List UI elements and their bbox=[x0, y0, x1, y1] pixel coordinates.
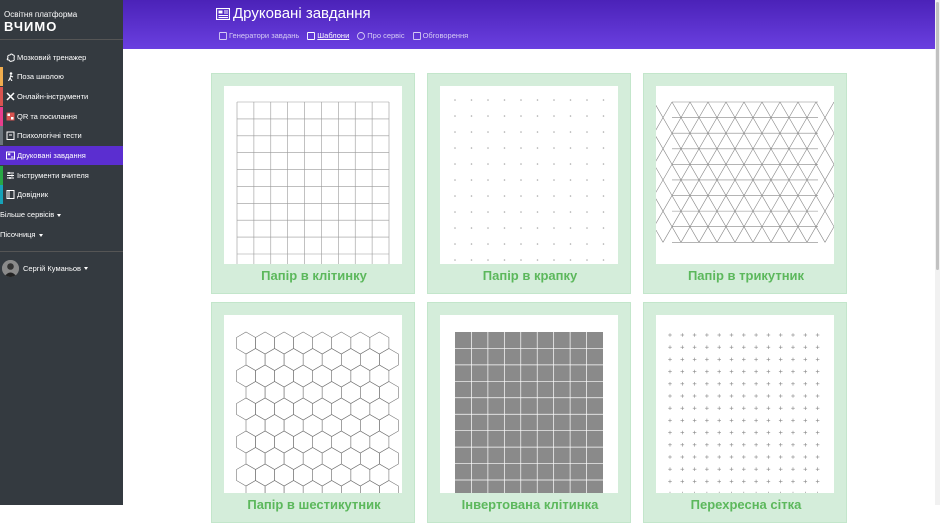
page-header: Друковані завдання Генератори завдань Шаб… bbox=[123, 0, 935, 49]
info-icon bbox=[357, 31, 366, 40]
generator-icon bbox=[219, 31, 227, 40]
file-icon bbox=[307, 31, 316, 40]
inverted-grid-pattern bbox=[455, 332, 603, 493]
page-title: Друковані завдання bbox=[233, 5, 371, 22]
caret-down-icon bbox=[84, 267, 89, 270]
crosses-pattern bbox=[668, 333, 820, 493]
brain-icon bbox=[6, 53, 15, 62]
avatar bbox=[2, 260, 19, 277]
sidebar-item-label: Довідник bbox=[17, 190, 48, 199]
tools-icon bbox=[6, 92, 15, 101]
sidebar-item-8[interactable]: Довідник bbox=[0, 185, 123, 204]
tab-1[interactable]: Генератори завдань bbox=[219, 31, 299, 40]
triangles-pattern bbox=[656, 101, 834, 243]
sidebar-item-accent-bar bbox=[0, 87, 3, 106]
brand-subtitle: Освітня платформа bbox=[4, 10, 78, 19]
user-menu[interactable]: Сергій Куманьов bbox=[2, 260, 89, 277]
sidebar: Освітня платформа ВЧИМО Мозковий тренаже… bbox=[0, 0, 123, 505]
printed-tasks-icon bbox=[6, 151, 15, 160]
template-card-grid[interactable]: Папір в клітинку bbox=[211, 73, 415, 294]
divider bbox=[0, 39, 123, 40]
hexagons-pattern bbox=[236, 331, 399, 493]
sidebar-item-label: Мозковий тренажер bbox=[17, 53, 87, 62]
sidebar-item-label: Інструменти вчителя bbox=[17, 171, 89, 180]
scrollbar-thumb[interactable] bbox=[936, 2, 939, 270]
book-icon bbox=[6, 190, 15, 199]
sidebar-item-6[interactable]: Друковані завдання bbox=[0, 146, 123, 165]
template-preview bbox=[656, 86, 834, 264]
sidebar-item-5[interactable]: Психологічні тести bbox=[0, 126, 123, 145]
sandbox-dropdown[interactable]: Пісочниця bbox=[0, 230, 43, 239]
sidebar-item-label: Друковані завдання bbox=[17, 151, 86, 160]
template-card-triangles[interactable]: Папір в трикутник bbox=[643, 73, 847, 294]
tab-label: Шаблони bbox=[317, 31, 350, 40]
chat-icon bbox=[412, 31, 421, 40]
tab-3[interactable]: Про сервіс bbox=[357, 31, 405, 40]
newspaper-icon bbox=[216, 7, 230, 20]
tab-label: Генератори завдань bbox=[229, 31, 300, 40]
sidebar-item-label: Онлайн-інструменти bbox=[17, 92, 89, 101]
clipboard-icon bbox=[6, 131, 15, 140]
sidebar-item-accent-bar bbox=[0, 67, 3, 86]
caret-down-icon bbox=[38, 233, 43, 237]
dots-pattern bbox=[454, 99, 605, 261]
divider bbox=[0, 251, 123, 252]
more-services-dropdown[interactable]: Більше сервісів bbox=[0, 210, 62, 219]
tab-2[interactable]: Шаблони bbox=[307, 31, 349, 40]
template-card-title: Папір в крапку bbox=[482, 268, 578, 283]
sidebar-item-accent-bar bbox=[0, 185, 3, 204]
sidebar-item-7[interactable]: Інструменти вчителя bbox=[0, 166, 123, 185]
template-preview bbox=[440, 315, 618, 493]
sidebar-item-accent-bar bbox=[0, 126, 3, 145]
page-title-wrap: Друковані завдання bbox=[216, 5, 371, 22]
template-card-dots[interactable]: Папір в крапку bbox=[427, 73, 631, 294]
grid-pattern bbox=[236, 101, 390, 264]
template-card-hexagons[interactable]: Папір в шестикутник bbox=[211, 302, 415, 523]
sidebar-item-1[interactable]: Мозковий тренажер bbox=[0, 48, 123, 67]
sandbox-label: Пісочниця bbox=[0, 230, 36, 239]
template-card-title: Папір в трикутник bbox=[687, 268, 805, 283]
brand-logo[interactable]: ВЧИМО bbox=[4, 19, 57, 34]
user-name: Сергій Куманьов bbox=[23, 264, 82, 273]
sidebar-item-label: QR та посилання bbox=[17, 112, 78, 121]
sidebar-item-accent-bar bbox=[0, 48, 3, 67]
template-card-inverted-grid[interactable]: Інвертована клітинка bbox=[427, 302, 631, 523]
sidebar-item-accent-bar bbox=[0, 146, 3, 165]
sidebar-item-2[interactable]: Поза школою bbox=[0, 67, 123, 86]
sidebar-item-label: Поза школою bbox=[17, 72, 64, 81]
sidebar-item-accent-bar bbox=[0, 166, 3, 185]
template-preview bbox=[224, 315, 402, 493]
template-card-crosses[interactable]: Перехресна сітка bbox=[643, 302, 847, 523]
scrollbar[interactable] bbox=[935, 0, 940, 505]
qr-icon bbox=[6, 112, 15, 121]
sliders-icon bbox=[6, 171, 15, 180]
more-services-label: Більше сервісів bbox=[0, 210, 55, 219]
template-preview bbox=[656, 315, 834, 493]
template-preview bbox=[224, 86, 402, 264]
sidebar-item-accent-bar bbox=[0, 107, 3, 126]
template-card-title: Папір в клітинку bbox=[261, 268, 367, 283]
caret-down-icon bbox=[57, 213, 62, 217]
tab-4[interactable]: Обговорення bbox=[412, 31, 469, 40]
header-tabs: Генератори завдань Шаблони Про сервіс Обгов… bbox=[219, 31, 476, 40]
template-preview bbox=[440, 86, 618, 264]
walking-person-icon bbox=[6, 72, 15, 81]
sidebar-item-label: Психологічні тести bbox=[17, 131, 82, 140]
sidebar-item-3[interactable]: Онлайн-інструменти bbox=[0, 87, 123, 106]
sidebar-item-4[interactable]: QR та посилання bbox=[0, 107, 123, 126]
tab-label: Обговорення bbox=[422, 31, 469, 40]
tab-label: Про сервіс bbox=[367, 31, 405, 40]
